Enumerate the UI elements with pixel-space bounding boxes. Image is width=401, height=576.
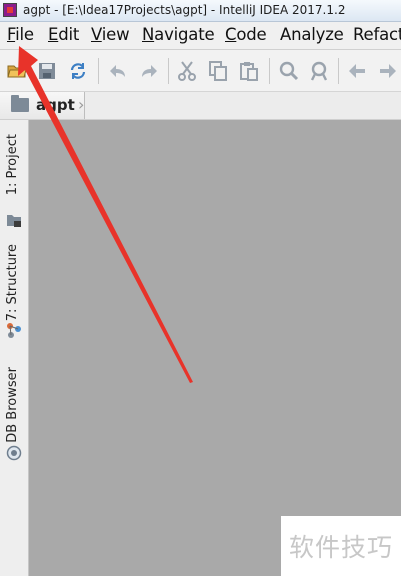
project-folder-icon <box>7 215 21 227</box>
window-title: agpt - [E:\Idea17Projects\agpt] - Intell… <box>23 3 346 17</box>
breadcrumb-chevron-icon: › <box>78 95 85 114</box>
menu-navigate[interactable]: Navigate <box>142 25 215 44</box>
intellij-app-icon <box>3 3 17 17</box>
forward-icon[interactable] <box>377 60 399 82</box>
tool-tab-db-browser[interactable]: DB Browser <box>0 365 29 465</box>
tool-window-strip: 1: Project 7: Structure DB Browser <box>0 120 29 576</box>
window-title-bar: agpt - [E:\Idea17Projects\agpt] - Intell… <box>0 0 401 22</box>
sync-icon[interactable] <box>67 60 89 82</box>
find-icon[interactable] <box>278 60 300 82</box>
copy-icon[interactable] <box>207 60 229 82</box>
toolbar-separator <box>168 58 169 84</box>
project-folder-icon <box>11 95 29 112</box>
menu-file[interactable]: File <box>7 25 34 44</box>
editor-area[interactable] <box>29 120 401 576</box>
undo-icon[interactable] <box>107 60 129 82</box>
menu-code[interactable]: Code <box>225 25 267 44</box>
tool-tab-structure[interactable]: 7: Structure <box>0 242 29 357</box>
menu-view[interactable]: View <box>91 25 130 44</box>
breadcrumb-label: agpt <box>36 96 75 114</box>
watermark: 软件技巧 <box>281 516 401 576</box>
toolbar-separator <box>269 58 270 84</box>
main-toolbar <box>0 50 401 92</box>
menu-bar: File Edit View Navigate Code Analyze Ref… <box>0 22 401 50</box>
open-folder-icon[interactable] <box>6 60 28 82</box>
tool-tab-structure-label: 7: Structure <box>5 244 20 322</box>
menu-edit[interactable]: Edit <box>48 25 79 44</box>
paste-icon[interactable] <box>238 60 260 82</box>
toolbar-separator <box>338 58 339 84</box>
tool-tab-project-label: 1: Project <box>5 134 20 196</box>
replace-icon[interactable] <box>308 60 330 82</box>
save-icon[interactable] <box>36 60 58 82</box>
tool-tab-db-browser-label: DB Browser <box>5 367 20 443</box>
cut-icon[interactable] <box>176 60 198 82</box>
tool-tab-project[interactable]: 1: Project <box>0 132 29 242</box>
back-icon[interactable] <box>346 60 368 82</box>
navigation-bar: agpt › <box>0 92 401 120</box>
watermark-text: 软件技巧 <box>288 533 393 562</box>
toolbar-separator <box>98 58 99 84</box>
menu-analyze[interactable]: Analyze <box>280 25 344 44</box>
structure-icon <box>7 323 21 338</box>
breadcrumb-project[interactable]: agpt › <box>0 92 85 119</box>
db-browser-icon <box>6 445 22 461</box>
redo-icon[interactable] <box>138 60 160 82</box>
menu-refactor[interactable]: Refact <box>353 25 401 44</box>
